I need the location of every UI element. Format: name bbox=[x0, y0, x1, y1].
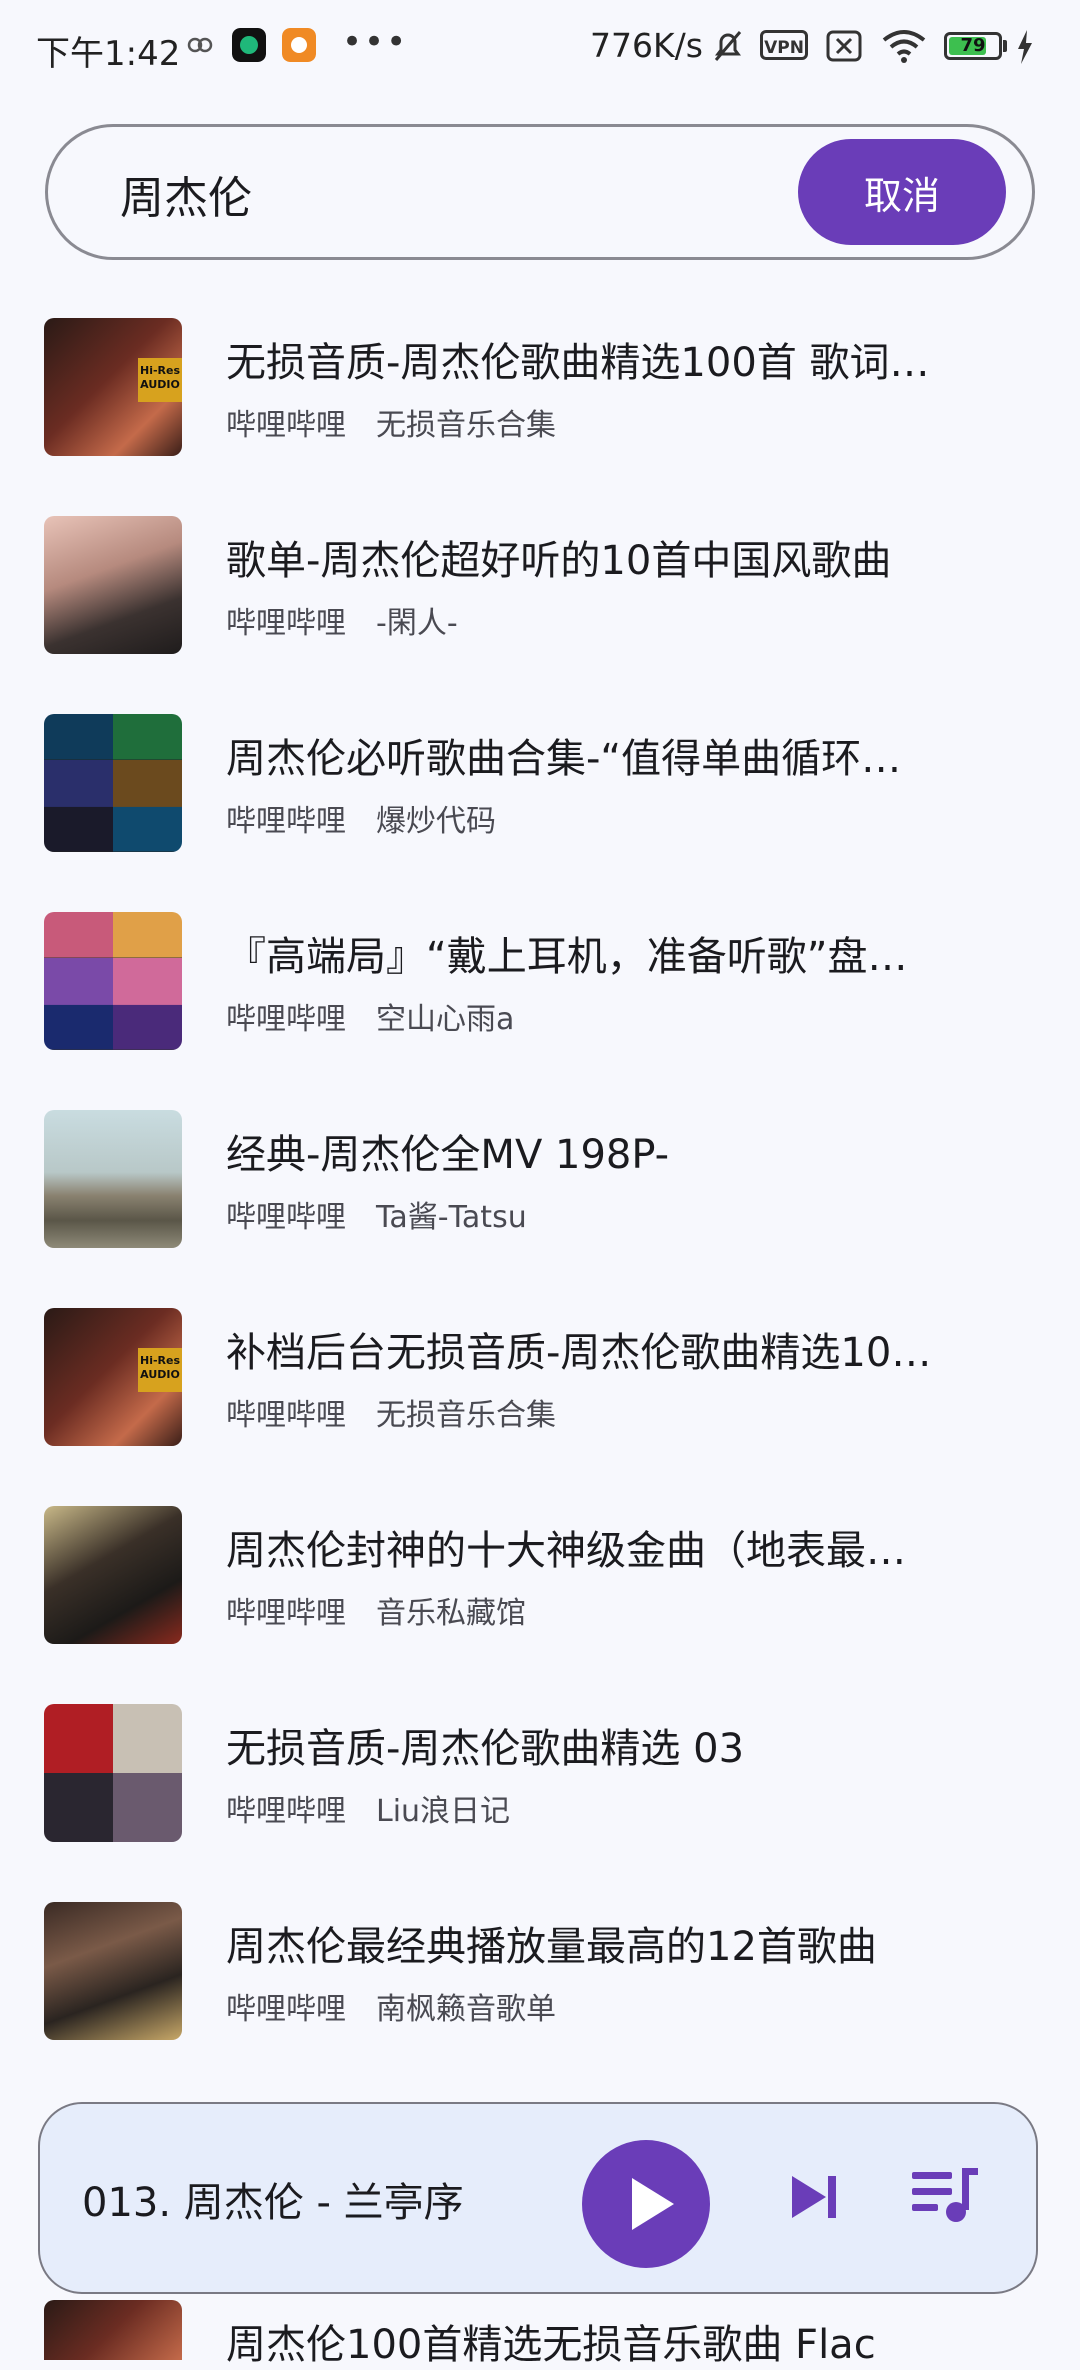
playlist-cover bbox=[44, 1902, 182, 2040]
network-speed: 776K/s bbox=[590, 26, 703, 65]
list-item-meta: 哔哩哔哩 无损音乐合集 bbox=[226, 400, 556, 444]
list-item-source: 哔哩哔哩 bbox=[226, 1398, 346, 1433]
list-item[interactable]: 经典-周杰伦全MV 198P- 哔哩哔哩 Ta酱-Tatsu bbox=[0, 1092, 1080, 1272]
list-item-meta: 哔哩哔哩 爆炒代码 bbox=[226, 796, 496, 840]
list-item[interactable]: 周杰伦最经典播放量最高的12首歌曲 哔哩哔哩 南枫籁音歌单 bbox=[0, 1884, 1080, 2064]
list-item-title: 补档后台无损音质-周杰伦歌曲精选10… bbox=[226, 1330, 932, 1376]
list-item-author: -閑人- bbox=[376, 606, 458, 641]
playlist-cover bbox=[44, 912, 182, 1050]
list-item-source: 哔哩哔哩 bbox=[226, 408, 346, 443]
list-item-title: 无损音质-周杰伦歌曲精选 03 bbox=[226, 1726, 745, 1772]
search-input[interactable] bbox=[118, 157, 722, 231]
wifi-icon bbox=[882, 30, 926, 63]
list-item-meta: 哔哩哔哩 空山心雨a bbox=[226, 994, 514, 1038]
playlist-cover: Hi-Res AUDIO bbox=[44, 1308, 182, 1446]
list-item[interactable]: Hi-Res AUDIO 无损音质-周杰伦歌曲精选100首 歌词… 哔哩哔哩 无损… bbox=[0, 300, 1080, 480]
playlist-cover: Hi-Res AUDIO bbox=[44, 318, 182, 456]
list-item[interactable]: 周杰伦必听歌曲合集-“值得单曲循环… 哔哩哔哩 爆炒代码 bbox=[0, 696, 1080, 876]
app-notification-icon bbox=[232, 28, 266, 62]
hires-badge: Hi-Res AUDIO bbox=[138, 1348, 182, 1392]
list-item-partial[interactable]: 周杰伦100首精选无损音乐歌曲 Flac bbox=[0, 2300, 1080, 2368]
list-item-source: 哔哩哔哩 bbox=[226, 606, 346, 641]
list-item-title: 经典-周杰伦全MV 198P- bbox=[226, 1132, 670, 1178]
status-bar: 下午1:42 ••• 776K/s VPN 79 bbox=[0, 0, 1080, 100]
list-item[interactable]: 无损音质-周杰伦歌曲精选 03 哔哩哔哩 Liu浪日记 bbox=[0, 1686, 1080, 1866]
playlist-queue-button[interactable] bbox=[910, 2162, 980, 2228]
no-sim-icon bbox=[826, 30, 862, 62]
playlist-cover bbox=[44, 1704, 182, 1842]
list-item-author: 音乐私藏馆 bbox=[376, 1596, 526, 1631]
link-icon bbox=[187, 37, 213, 53]
cancel-button[interactable]: 取消 bbox=[798, 139, 1006, 245]
list-item-title: 无损音质-周杰伦歌曲精选100首 歌词… bbox=[226, 340, 930, 386]
list-item-meta: 哔哩哔哩 无损音乐合集 bbox=[226, 1390, 556, 1434]
list-item-author: Liu浪日记 bbox=[376, 1794, 511, 1829]
more-notifications-icon: ••• bbox=[342, 22, 409, 62]
list-item[interactable]: 『高端局』“戴上耳机，准备听歌”盘… 哔哩哔哩 空山心雨a bbox=[0, 894, 1080, 1074]
list-item-meta: 哔哩哔哩 Ta酱-Tatsu bbox=[226, 1192, 527, 1236]
playlist-cover bbox=[44, 2300, 182, 2360]
list-item-author: 无损音乐合集 bbox=[376, 408, 556, 443]
playlist-cover bbox=[44, 516, 182, 654]
playlist-cover bbox=[44, 714, 182, 852]
hires-badge: Hi-Res AUDIO bbox=[138, 358, 182, 402]
list-item-title: 周杰伦封神的十大神级金曲（地表最… bbox=[226, 1528, 906, 1574]
list-item-source: 哔哩哔哩 bbox=[226, 1002, 346, 1037]
mini-player[interactable]: 013. 周杰伦 - 兰亭序 bbox=[38, 2102, 1038, 2294]
charging-icon bbox=[1018, 30, 1032, 64]
list-item-source: 哔哩哔哩 bbox=[226, 1992, 346, 2027]
vpn-icon: VPN bbox=[760, 30, 808, 60]
playlist-cover bbox=[44, 1506, 182, 1644]
list-item[interactable]: 周杰伦封神的十大神级金曲（地表最… 哔哩哔哩 音乐私藏馆 bbox=[0, 1488, 1080, 1668]
list-item-meta: 哔哩哔哩 音乐私藏馆 bbox=[226, 1588, 526, 1632]
list-item-source: 哔哩哔哩 bbox=[226, 1596, 346, 1631]
list-item-author: 空山心雨a bbox=[376, 1002, 515, 1037]
list-item[interactable]: Hi-Res AUDIO 补档后台无损音质-周杰伦歌曲精选10… 哔哩哔哩 无损音… bbox=[0, 1290, 1080, 1470]
list-item-source: 哔哩哔哩 bbox=[226, 1200, 346, 1235]
play-icon bbox=[632, 2178, 674, 2230]
list-item-title: 周杰伦必听歌曲合集-“值得单曲循环… bbox=[226, 736, 902, 782]
search-bar: 取消 bbox=[45, 124, 1035, 260]
list-item[interactable]: 歌单-周杰伦超好听的10首中国风歌曲 哔哩哔哩 -閑人- bbox=[0, 498, 1080, 678]
mute-bell-icon bbox=[714, 31, 742, 61]
list-item-title: 歌单-周杰伦超好听的10首中国风歌曲 bbox=[226, 538, 892, 584]
list-item-author: Ta酱-Tatsu bbox=[376, 1200, 527, 1235]
list-item-meta: 哔哩哔哩 Liu浪日记 bbox=[226, 1786, 510, 1830]
list-item-title: 周杰伦100首精选无损音乐歌曲 Flac bbox=[226, 2322, 876, 2368]
list-item-author: 南枫籁音歌单 bbox=[376, 1992, 556, 2027]
list-item-author: 无损音乐合集 bbox=[376, 1398, 556, 1433]
list-item-title: 周杰伦最经典播放量最高的12首歌曲 bbox=[226, 1924, 877, 1970]
battery-icon: 79 bbox=[944, 32, 1002, 60]
list-item-source: 哔哩哔哩 bbox=[226, 804, 346, 839]
list-item-title: 『高端局』“戴上耳机，准备听歌”盘… bbox=[226, 934, 908, 980]
list-item-meta: 哔哩哔哩 -閑人- bbox=[226, 598, 458, 642]
list-item-source: 哔哩哔哩 bbox=[226, 1794, 346, 1829]
app-notification-icon-2 bbox=[282, 28, 316, 62]
list-item-meta: 哔哩哔哩 南枫籁音歌单 bbox=[226, 1984, 556, 2028]
list-item-author: 爆炒代码 bbox=[376, 804, 496, 839]
battery-tip bbox=[1003, 40, 1007, 52]
battery-percent: 79 bbox=[960, 35, 986, 56]
next-track-button[interactable] bbox=[784, 2166, 846, 2228]
play-button[interactable] bbox=[582, 2140, 710, 2268]
status-time: 下午1:42 bbox=[36, 34, 181, 74]
playlist-cover bbox=[44, 1110, 182, 1248]
now-playing-title: 013. 周杰伦 - 兰亭序 bbox=[82, 2180, 464, 2226]
